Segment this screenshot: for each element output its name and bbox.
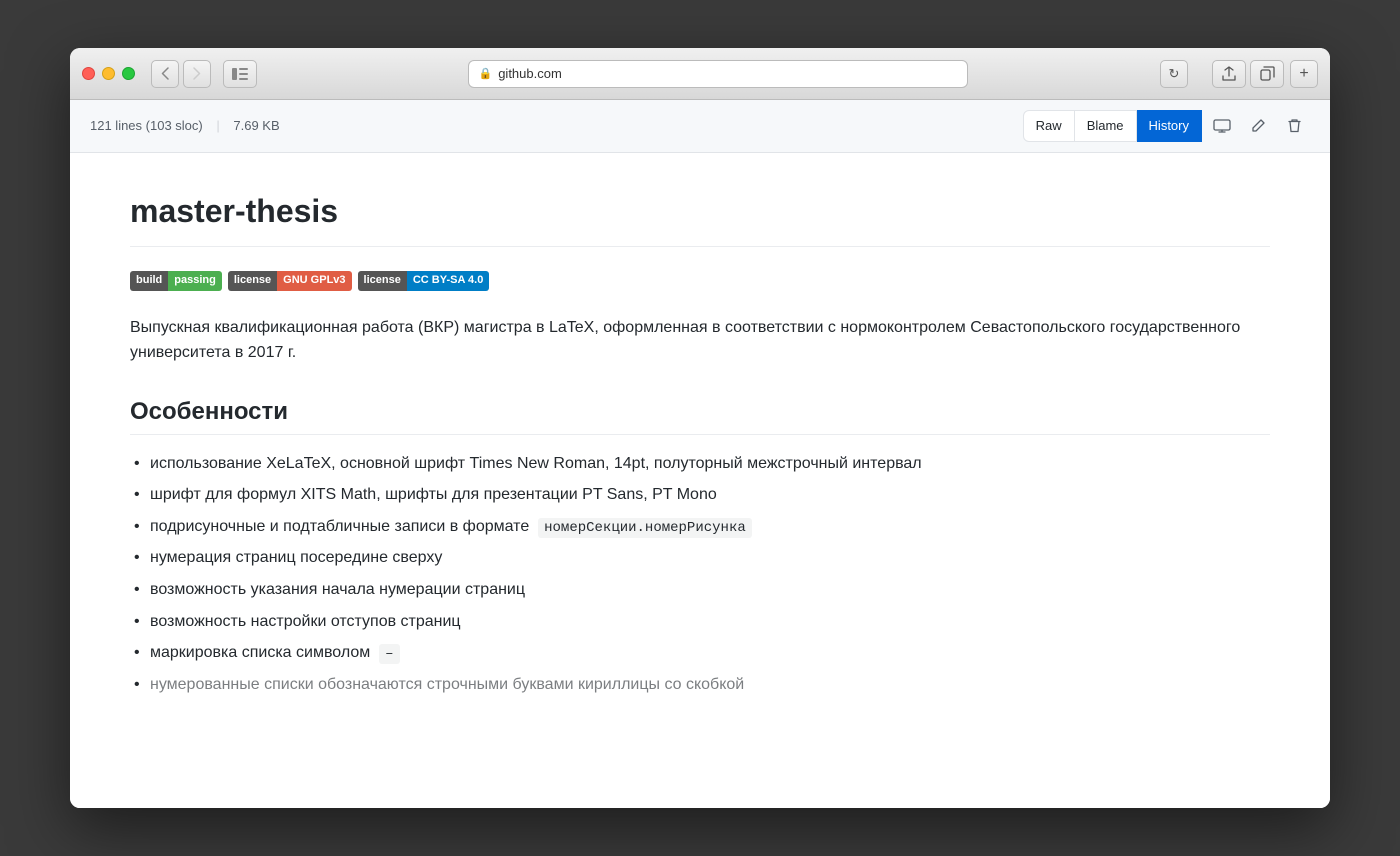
list-item-text: возможность настройки отступов страниц: [150, 609, 461, 635]
list-item-text: маркировка списка символом –: [150, 640, 400, 666]
blame-button[interactable]: Blame: [1075, 110, 1137, 142]
duplicate-button[interactable]: [1250, 60, 1284, 88]
code-dash-symbol: –: [379, 644, 399, 664]
address-bar-wrapper: 🔒 github.com ↻: [281, 60, 1188, 88]
file-meta-divider: |: [216, 118, 219, 133]
list-item-text: нумерация страниц посередине сверху: [150, 545, 442, 571]
browser-window: 🔒 github.com ↻ + 121 lines (103 sloc): [70, 48, 1330, 808]
list-item-text: шрифт для формул XITS Math, шрифты для п…: [150, 482, 717, 508]
file-meta: 121 lines (103 sloc) | 7.69 KB: [90, 118, 280, 133]
badge-license-gpl[interactable]: license GNU GPLv3: [228, 271, 352, 291]
badge-license-gpl-left: license: [228, 271, 277, 291]
nav-buttons: [151, 60, 211, 88]
file-size: 7.69 KB: [233, 118, 279, 133]
edit-button[interactable]: [1242, 111, 1274, 141]
badge-license-cc[interactable]: license CC BY-SA 4.0: [358, 271, 490, 291]
close-button[interactable]: [82, 67, 95, 80]
title-bar-actions: +: [1212, 60, 1318, 88]
badge-build[interactable]: build passing: [130, 271, 222, 291]
forward-button[interactable]: [183, 60, 211, 88]
url-text: github.com: [498, 66, 562, 81]
badge-build-right: passing: [168, 271, 222, 291]
readme-title: master-thesis: [130, 193, 1270, 247]
share-button[interactable]: [1212, 60, 1246, 88]
list-item-text: использование XeLaTeX, основной шрифт Ti…: [150, 451, 922, 477]
readme-description: Выпускная квалификационная работа (ВКР) …: [130, 315, 1270, 366]
raw-button[interactable]: Raw: [1023, 110, 1075, 142]
history-button[interactable]: History: [1137, 110, 1202, 142]
feature-list: использование XeLaTeX, основной шрифт Ti…: [130, 451, 1270, 698]
list-item: возможность указания начала нумерации ст…: [130, 577, 1270, 603]
list-item: нумерованные списки обозначаются строчны…: [130, 672, 1270, 698]
features-section-title: Особенности: [130, 398, 1270, 435]
list-item: возможность настройки отступов страниц: [130, 609, 1270, 635]
badges-container: build passing license GNU GPLv3 license …: [130, 271, 1270, 291]
delete-button[interactable]: [1278, 111, 1310, 141]
list-item: использование XeLaTeX, основной шрифт Ti…: [130, 451, 1270, 477]
file-lines: 121 lines (103 sloc): [90, 118, 203, 133]
lock-icon: 🔒: [479, 67, 493, 80]
address-bar[interactable]: 🔒 github.com: [468, 60, 968, 88]
list-item-text: подрисуночные и подтабличные записи в фо…: [150, 514, 752, 540]
badge-build-left: build: [130, 271, 168, 291]
badge-license-cc-right: CC BY-SA 4.0: [407, 271, 490, 291]
file-actions: Raw Blame History: [1023, 110, 1310, 142]
list-item: маркировка списка символом –: [130, 640, 1270, 666]
minimize-button[interactable]: [102, 67, 115, 80]
badge-license-gpl-right: GNU GPLv3: [277, 271, 351, 291]
list-item-text: нумерованные списки обозначаются строчны…: [150, 672, 744, 698]
list-item: нумерация страниц посередине сверху: [130, 545, 1270, 571]
desktop-view-button[interactable]: [1206, 111, 1238, 141]
maximize-button[interactable]: [122, 67, 135, 80]
sidebar-button[interactable]: [223, 60, 257, 88]
reload-button[interactable]: ↻: [1160, 60, 1188, 88]
list-item: подрисуночные и подтабличные записи в фо…: [130, 514, 1270, 540]
back-button[interactable]: [151, 60, 179, 88]
code-section-numbering: номерСекции.номерРисунка: [538, 518, 752, 538]
list-item-text: возможность указания начала нумерации ст…: [150, 577, 525, 603]
list-item: шрифт для формул XITS Math, шрифты для п…: [130, 482, 1270, 508]
file-header: 121 lines (103 sloc) | 7.69 KB Raw Blame…: [70, 100, 1330, 153]
badge-license-cc-left: license: [358, 271, 407, 291]
traffic-lights: [82, 67, 135, 80]
content-area: master-thesis build passing license GNU …: [70, 153, 1330, 809]
title-bar: 🔒 github.com ↻ +: [70, 48, 1330, 100]
new-tab-button[interactable]: +: [1290, 60, 1318, 88]
